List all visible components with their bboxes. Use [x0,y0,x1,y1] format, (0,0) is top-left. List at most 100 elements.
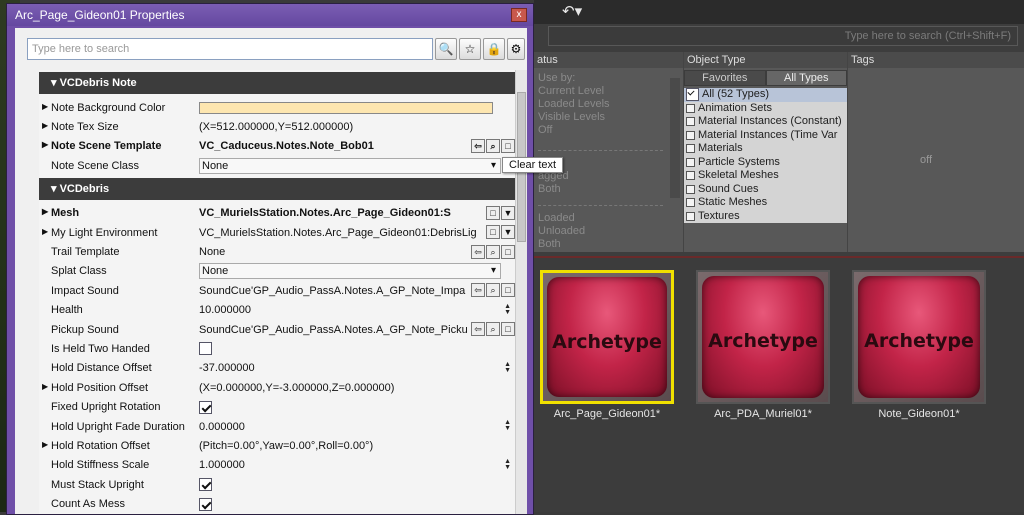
undo-icon[interactable]: ↶▾ [562,2,582,20]
property-row[interactable]: Fixed Upright Rotation [39,397,515,416]
spinner-icon[interactable]: ▲ ▼ [504,458,511,471]
use-selected-icon[interactable]: ⇦ [471,322,485,337]
type-item[interactable]: Material Instances (Constant) [684,115,847,129]
browse-icon[interactable]: ⌕ [486,244,500,259]
asset-thumbnail[interactable]: Archetype [852,270,986,404]
checkbox[interactable] [199,478,212,492]
tags-off-label: off [920,154,933,166]
clear-icon[interactable]: □ [501,138,515,153]
favorite-star-icon[interactable]: ☆ [459,38,481,60]
search-icon[interactable]: 🔍 [435,38,457,60]
clear-icon[interactable]: □ [501,283,515,298]
content-browser: ↶▾ Type here to search (Ctrl+Shift+F) at… [534,0,1024,512]
property-row[interactable]: Hold Upright Fade Duration 0.000000 ▲ ▼ [39,417,515,436]
type-item[interactable]: Animation Sets [684,102,847,116]
browse-icon[interactable]: ⌕ [486,138,500,153]
type-item[interactable]: Materials [684,142,847,156]
property-list: ▾ VCDebris Note ▶ Note Background Color ▶… [39,70,515,514]
filter-panel: atus Use by: Current Level Loaded Levels… [534,52,1024,252]
asset-label: Arc_Page_Gideon01* [553,408,661,420]
clear-icon[interactable]: □ [486,225,500,240]
property-row[interactable]: Health 10.000000 ▲ ▼ [39,301,515,320]
status-item[interactable]: Current Level [534,85,683,98]
type-item[interactable]: Skeletal Meshes [684,169,847,183]
spinner-icon[interactable]: ▲ ▼ [504,303,511,316]
checkbox[interactable] [199,342,212,356]
property-row[interactable]: Trail Template None ⇦ ⌕ □ [39,242,515,261]
property-row[interactable]: Note Scene Class None [39,156,515,175]
status-item[interactable]: Both [534,238,683,251]
browse-icon[interactable]: ⌕ [486,322,500,337]
property-row[interactable]: Count As Mess [39,494,515,513]
tab-all-types[interactable]: All Types [765,70,847,86]
property-row[interactable]: ▶ Note Scene Template VC_Caduceus.Notes.No… [39,137,515,156]
window-title: Arc_Page_Gideon01 Properties [7,4,533,26]
browser-search-input[interactable]: Type here to search (Ctrl+Shift+F) [548,26,1018,46]
property-row[interactable]: ▶ Note Background Color [39,98,515,117]
property-row[interactable]: ▶ Mesh VC_MurielsStation.Notes.Arc_Page_Gi… [39,204,515,223]
property-row[interactable]: ▶ Hold Position Offset (X=0.000000,Y=-3.00… [39,378,515,397]
color-swatch[interactable] [199,101,493,114]
settings-icon[interactable]: ⚙ [507,38,525,60]
category-vcdebris[interactable]: ▾ VCDebris [39,177,515,200]
clear-icon[interactable]: □ [501,244,515,259]
tab-favorites[interactable]: Favorites [684,70,766,86]
use-selected-icon[interactable]: ⇦ [471,244,485,259]
close-button[interactable]: x [511,8,527,22]
class-dropdown[interactable]: None [199,263,501,280]
type-item[interactable]: Material Instances (Time Var [684,129,847,143]
use-selected-icon[interactable]: ⇦ [471,283,485,298]
spinner-icon[interactable]: ▲ ▼ [504,419,511,432]
status-item[interactable]: Loaded Levels [534,98,683,111]
property-row[interactable]: ▶ Hold Rotation Offset (Pitch=0.00°,Yaw=0.… [39,436,515,455]
checkbox[interactable] [199,400,212,414]
class-dropdown[interactable]: None [199,157,501,174]
type-item[interactable]: All (52 Types) [684,88,847,102]
property-row[interactable]: Is Held Two Handed [39,339,515,358]
status-item[interactable]: Loaded [534,212,683,225]
clear-icon[interactable]: □ [486,205,500,220]
status-scrollbar[interactable] [670,78,680,198]
asset-thumbnail[interactable]: Archetype [696,270,830,404]
tags-filter: Tags off [848,52,1024,252]
asset-grid: Archetype Arc_Page_Gideon01* Archetype A… [534,256,1024,512]
property-row[interactable]: Pickup Sound SoundCue'GP_Audio_PassA.Note… [39,320,515,339]
status-item[interactable]: Off [534,124,683,137]
type-list: All (52 Types) Animation Sets Material I… [684,88,847,223]
tags-header: Tags [848,52,1024,68]
status-header: atus [534,52,683,68]
property-row[interactable]: Hold Stiffness Scale 1.000000 ▲ ▼ [39,456,515,475]
status-item[interactable]: Visible Levels [534,111,683,124]
property-row[interactable]: ▶ My Light Environment VC_MurielsStation.N… [39,223,515,242]
dropdown-icon[interactable]: ▼ [501,205,515,220]
property-row[interactable]: Must Stack Upright [39,475,515,494]
property-scrollbar[interactable] [515,70,527,514]
status-item[interactable]: Unloaded [534,225,683,238]
browse-icon[interactable]: ⌕ [486,283,500,298]
status-item[interactable]: Use by: [534,72,683,85]
browser-toolbar: ↶▾ [534,0,1024,24]
clear-icon[interactable]: □ [501,322,515,337]
tooltip: Clear text [502,157,564,173]
status-filter: atus Use by: Current Level Loaded Levels… [534,52,684,252]
status-item[interactable]: Both [534,183,683,196]
type-item[interactable]: Sound Cues [684,183,847,197]
property-row[interactable]: Impact Sound SoundCue'GP_Audio_PassA.Note… [39,281,515,300]
type-item[interactable]: Particle Systems [684,156,847,170]
lock-icon[interactable]: 🔒 [483,38,505,60]
asset-label: Note_Gideon01* [878,408,960,420]
property-row[interactable]: ▶ Note Tex Size (X=512.000000,Y=512.000000… [39,117,515,136]
type-item[interactable]: Static Meshes [684,196,847,210]
properties-window: Arc_Page_Gideon01 Properties x Type here… [6,3,534,515]
asset-thumbnail[interactable]: Archetype [540,270,674,404]
dropdown-icon[interactable]: ▼ [501,225,515,240]
checkbox[interactable] [199,497,212,511]
search-input[interactable]: Type here to search [27,38,433,60]
property-row[interactable]: Hold Distance Offset -37.000000 ▲ ▼ [39,359,515,378]
category-vcdebris-note[interactable]: ▾ VCDebris Note [39,72,515,94]
use-selected-icon[interactable]: ⇦ [471,138,485,153]
spinner-icon[interactable]: ▲ ▼ [504,361,511,374]
asset-label: Arc_PDA_Muriel01* [714,408,812,420]
property-row[interactable]: Splat Class None [39,262,515,281]
type-item[interactable]: Textures [684,210,847,224]
